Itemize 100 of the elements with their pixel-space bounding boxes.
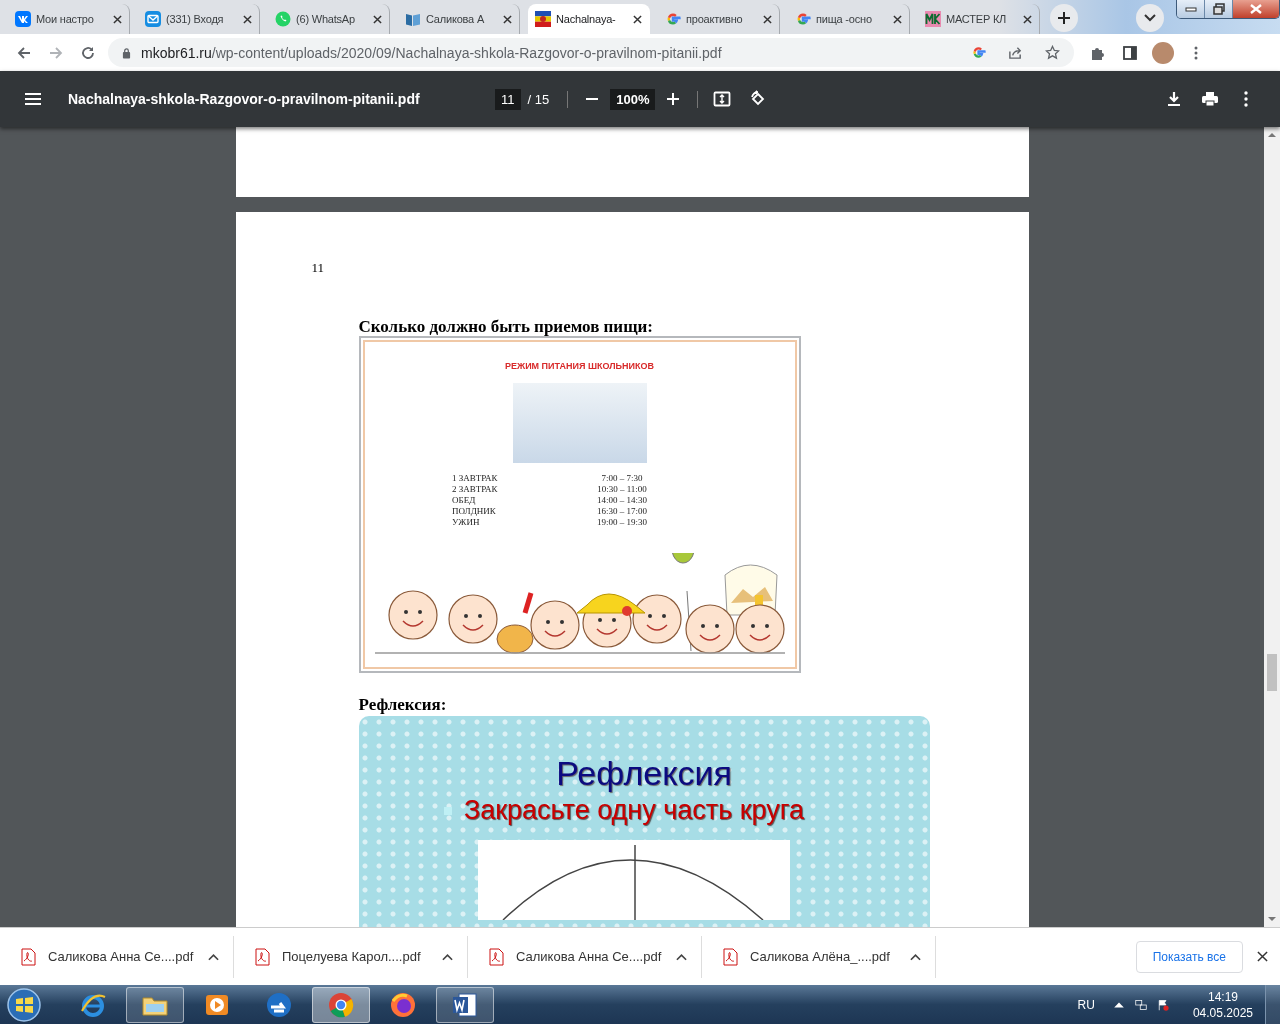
chrome-logo-icon (327, 990, 355, 1019)
share-icon[interactable] (1008, 45, 1023, 60)
clock[interactable]: 14:19 04.05.2025 (1192, 988, 1253, 1021)
meal-time: 10:30 – 11:00 (596, 484, 648, 494)
url-text: mkobr61.ru/wp-content/uploads/2020/09/Nachalnaya-shkola-Razgovor-o-pravilnom-pitanii.pdf (141, 44, 722, 61)
google-logo-icon (795, 11, 811, 27)
fit-page-icon[interactable] (713, 90, 732, 108)
close-icon[interactable] (373, 14, 382, 24)
tab-title: проактивно (686, 13, 744, 25)
page-number: 11 (311, 260, 326, 276)
bullet-icon (443, 806, 452, 815)
close-icon[interactable] (893, 14, 902, 24)
page-number-field[interactable]: 11 (495, 88, 521, 110)
chevron-down-icon (1144, 14, 1156, 22)
tab-title: Саликова А (426, 13, 486, 25)
taskbar-app[interactable] (126, 986, 184, 1023)
close-icon[interactable] (113, 14, 122, 24)
caret-up-icon[interactable] (208, 952, 219, 961)
meal-time: 16:30 – 17:00 (596, 506, 648, 516)
close-icon[interactable] (633, 14, 642, 24)
meal-time: 14:00 – 14:30 (596, 495, 648, 505)
vk-logo-icon (15, 11, 31, 27)
caret-up-icon[interactable] (442, 952, 453, 961)
show-all-button[interactable]: Показать все (1135, 940, 1243, 973)
meal-name: 2 ЗАВТРАК (452, 484, 499, 494)
menu-icon[interactable] (24, 90, 42, 108)
flag-icon (535, 11, 551, 27)
download-item[interactable]: Саликова Алёна_....pdf (702, 935, 936, 978)
network-icon[interactable] (1134, 998, 1147, 1011)
page-total: / 15 (527, 91, 550, 107)
minimize-icon (1184, 6, 1197, 12)
clock-date: 04.05.2025 (1192, 1004, 1253, 1021)
close-icon[interactable] (763, 14, 772, 24)
scrollbar-thumb[interactable] (1267, 654, 1277, 691)
scrollbar[interactable] (1264, 127, 1280, 927)
pdf-file-icon (722, 947, 738, 966)
file-name: Nachalnaya-shkola-Razgovor-o-pravilnom-pitanii.pdf (68, 91, 421, 107)
meal-name: УЖИН (452, 517, 481, 527)
fox-globe-icon (389, 990, 417, 1019)
meal-name: 1 ЗАВТРАК (452, 473, 499, 483)
section-heading: Сколько должно быть приемов пищи: (358, 318, 654, 336)
new-tab-button[interactable] (1050, 4, 1078, 32)
pdf-file-icon (254, 947, 270, 966)
envelope-icon (145, 11, 161, 27)
flag-warning-icon[interactable] (1156, 998, 1169, 1011)
language-indicator[interactable]: RU (1077, 997, 1095, 1012)
address-bar[interactable]: mkobr61.ru/wp-content/uploads/2020/09/Nachalnaya-shkola-Razgovor-o-pravilnom-pitanii.pdf (108, 38, 1074, 67)
download-item[interactable]: Поцелуева Карол....pdf (234, 935, 468, 978)
close-icon[interactable] (1023, 14, 1032, 24)
google-logo-icon[interactable] (971, 45, 986, 60)
close-window-button[interactable] (1233, 0, 1279, 18)
download-icon[interactable] (1165, 90, 1183, 108)
print-icon[interactable] (1201, 90, 1219, 108)
arrow-logo-icon (265, 990, 293, 1019)
close-icon[interactable] (503, 14, 512, 24)
scroll-up-icon[interactable] (1268, 132, 1276, 138)
tab-title: Мои настро (36, 13, 95, 25)
download-item[interactable]: Саликова Анна Се....pdf (468, 935, 702, 978)
meal-name: ОБЕД (452, 495, 477, 505)
close-icon (1250, 4, 1262, 14)
document-w-icon (451, 990, 479, 1019)
download-file-name: Саликова Анна Се....pdf (516, 949, 663, 964)
google-logo-icon (665, 11, 681, 27)
restore-icon (1212, 3, 1225, 15)
show-desktop-button[interactable] (1265, 985, 1280, 1024)
zoom-field[interactable]: 100% (610, 88, 656, 110)
book-icon (405, 11, 421, 27)
meal-name: ПОЛДНИК (452, 506, 497, 516)
taskbar-app[interactable] (436, 986, 494, 1023)
close-icon[interactable] (1257, 951, 1268, 962)
scroll-down-icon[interactable] (1268, 916, 1276, 922)
download-item[interactable]: Саликова Анна Се....pdf (0, 935, 234, 978)
download-file-name: Саликова Анна Се....pdf (48, 949, 195, 964)
caret-up-icon[interactable] (910, 952, 921, 961)
section-heading: Рефлексия: (358, 696, 448, 714)
download-file-name: Поцелуева Карол....pdf (282, 949, 422, 964)
slide-bullet-text: Закрасьте одну часть круга (463, 795, 805, 826)
meal-time: 7:00 – 7:30 (600, 473, 644, 483)
slide-title: Рефлексия (556, 754, 732, 793)
close-icon[interactable] (243, 14, 252, 24)
phone-bubble-icon (275, 11, 291, 27)
browser-tab[interactable]: Nachalnaya- (528, 4, 650, 34)
tab-title: пища -осно (816, 13, 873, 25)
start-button[interactable] (6, 986, 42, 1023)
tab-title: (6) WhatsAp (296, 13, 356, 25)
clock-time: 14:19 (1207, 988, 1238, 1005)
plus-icon (1057, 11, 1071, 25)
profile-avatar[interactable] (1152, 41, 1174, 64)
download-file-name: Саликова Алёна_....pdf (750, 949, 891, 964)
tab-list-button[interactable] (1136, 4, 1164, 32)
tab-title: Nachalnaya- (556, 13, 617, 25)
pdf-file-icon (20, 947, 36, 966)
restore-button[interactable] (1205, 0, 1233, 18)
slide-title: РЕЖИМ ПИТАНИЯ ШКОЛЬНИКОВ (505, 361, 654, 371)
lock-icon (122, 46, 131, 59)
pdf-file-icon (488, 947, 504, 966)
star-icon[interactable] (1045, 45, 1060, 60)
caret-up-icon[interactable] (676, 952, 687, 961)
tab-title: МАСТЕР КЛ (946, 13, 1008, 25)
tab-title: (331) Входя (166, 13, 225, 25)
